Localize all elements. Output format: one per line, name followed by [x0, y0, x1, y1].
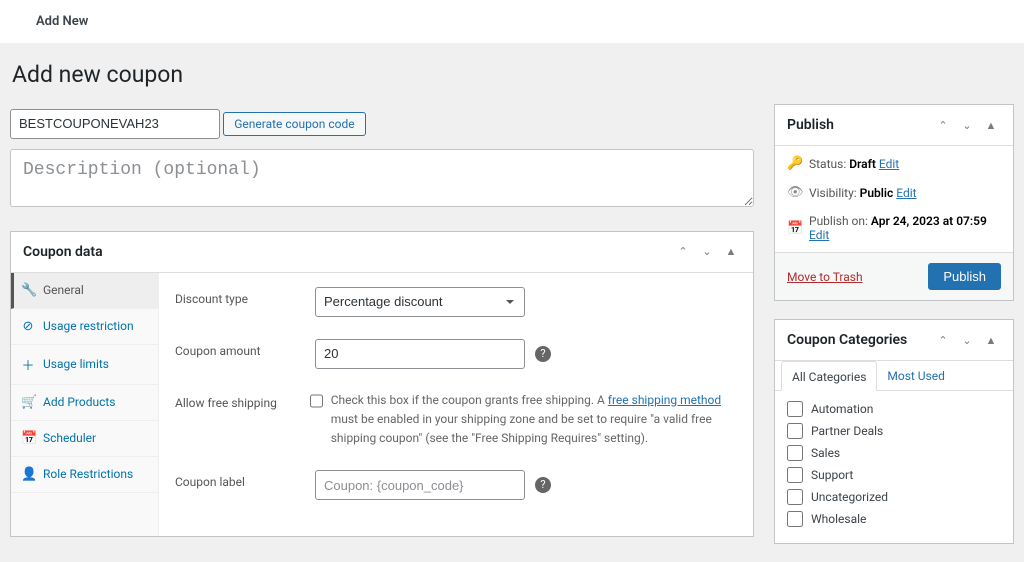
category-checkbox[interactable] [787, 401, 803, 417]
tab-usage-limits[interactable]: ＋ Usage limits [11, 345, 158, 385]
category-checkbox[interactable] [787, 467, 803, 483]
user-icon: 👤 [21, 467, 35, 482]
categories-panel: Coupon Categories ⌃ ⌄ ▲ All Categories M… [774, 319, 1014, 544]
category-checkbox[interactable] [787, 445, 803, 461]
category-checkbox[interactable] [787, 423, 803, 439]
coupon-label-label: Coupon label [175, 470, 315, 489]
publish-button[interactable]: Publish [928, 263, 1001, 290]
free-shipping-checkbox[interactable] [310, 393, 323, 409]
category-item[interactable]: Uncategorized [787, 489, 1001, 505]
coupon-data-title: Coupon data [23, 244, 103, 260]
panel-toggle-icon[interactable]: ▲ [981, 330, 1001, 350]
move-to-trash-link[interactable]: Move to Trash [787, 270, 863, 284]
ban-icon: ⊘ [21, 319, 35, 334]
category-item[interactable]: Sales [787, 445, 1001, 461]
edit-status-link[interactable]: Edit [879, 157, 899, 171]
page-title: Add new coupon [12, 61, 1014, 88]
tab-most-used[interactable]: Most Used [877, 361, 955, 390]
free-shipping-label: Allow free shipping [175, 391, 310, 410]
discount-type-label: Discount type [175, 287, 315, 306]
panel-up-icon[interactable]: ⌃ [933, 330, 953, 350]
tab-label: Usage limits [43, 357, 109, 371]
cart-icon: 🛒 [21, 395, 35, 410]
coupon-data-panel: Coupon data ⌃ ⌄ ▲ 🔧 General ⊘ Usage restri… [10, 231, 754, 538]
description-input[interactable] [10, 149, 754, 207]
panel-down-icon[interactable]: ⌄ [957, 330, 977, 350]
tab-scheduler[interactable]: 📅 Scheduler [11, 421, 158, 457]
free-shipping-method-link[interactable]: free shipping method [608, 393, 721, 407]
category-item[interactable]: Partner Deals [787, 423, 1001, 439]
category-item[interactable]: Wholesale [787, 511, 1001, 527]
panel-toggle-icon[interactable]: ▲ [721, 242, 741, 262]
coupon-code-input[interactable] [10, 109, 220, 139]
coupon-amount-input[interactable] [315, 339, 525, 369]
calendar-icon: 📅 [21, 431, 35, 446]
plus-icon: ＋ [21, 355, 35, 374]
tab-label: Usage restriction [43, 319, 134, 333]
top-bar: Add New [0, 0, 1024, 43]
tab-label: Role Restrictions [43, 467, 133, 481]
help-icon[interactable]: ? [535, 346, 551, 362]
publish-panel: Publish ⌃ ⌄ ▲ 🔑 Status: Draft Edit 👁 Vis… [774, 104, 1014, 301]
panel-up-icon[interactable]: ⌃ [673, 242, 693, 262]
coupon-amount-label: Coupon amount [175, 339, 315, 358]
tab-general[interactable]: 🔧 General [11, 273, 158, 309]
tab-label: Add Products [43, 395, 116, 409]
key-icon: 🔑 [787, 156, 801, 171]
publish-title: Publish [787, 117, 834, 133]
calendar-icon: 📅 [787, 221, 801, 236]
category-item[interactable]: Automation [787, 401, 1001, 417]
discount-type-select[interactable]: Percentage discount [315, 287, 525, 317]
edit-date-link[interactable]: Edit [809, 228, 829, 242]
tab-usage-restriction[interactable]: ⊘ Usage restriction [11, 309, 158, 345]
free-shipping-hint: Check this box if the coupon grants free… [331, 391, 737, 449]
panel-down-icon[interactable]: ⌄ [957, 115, 977, 135]
panel-toggle-icon[interactable]: ▲ [981, 115, 1001, 135]
category-item[interactable]: Support [787, 467, 1001, 483]
coupon-label-input[interactable] [315, 470, 525, 500]
generate-code-button[interactable]: Generate coupon code [223, 112, 365, 136]
category-checkbox[interactable] [787, 511, 803, 527]
tab-add-products[interactable]: 🛒 Add Products [11, 385, 158, 421]
edit-visibility-link[interactable]: Edit [896, 186, 916, 200]
tab-label: General [43, 283, 84, 297]
eye-icon: 👁 [787, 185, 801, 200]
category-checkbox[interactable] [787, 489, 803, 505]
tab-role-restrictions[interactable]: 👤 Role Restrictions [11, 457, 158, 493]
wrench-icon: 🔧 [21, 283, 35, 298]
tab-label: Scheduler [43, 431, 96, 445]
panel-down-icon[interactable]: ⌄ [697, 242, 717, 262]
category-list: Automation Partner Deals Sales Support U… [775, 391, 1013, 543]
panel-up-icon[interactable]: ⌃ [933, 115, 953, 135]
tab-all-categories[interactable]: All Categories [781, 361, 877, 391]
help-icon[interactable]: ? [535, 477, 551, 493]
top-bar-title: Add New [36, 14, 88, 29]
categories-title: Coupon Categories [787, 332, 907, 348]
coupon-tabs: 🔧 General ⊘ Usage restriction ＋ Usage limit… [11, 273, 159, 537]
